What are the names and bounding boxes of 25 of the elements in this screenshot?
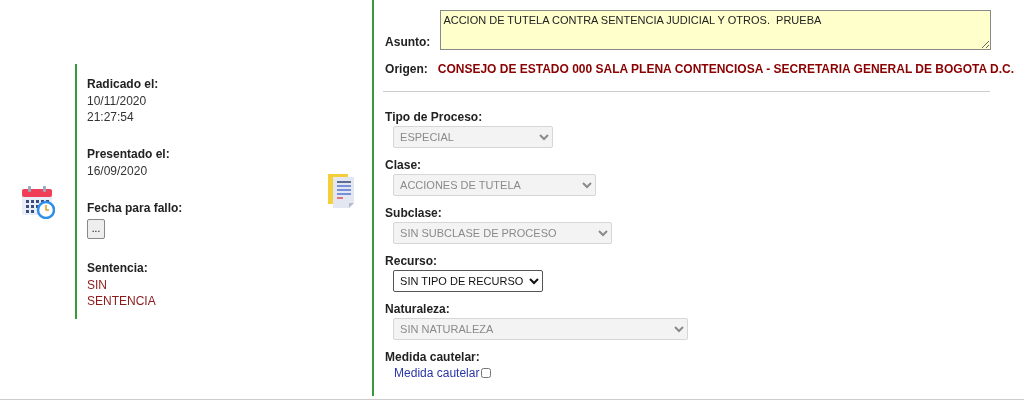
status-text: SENTENCIA [87, 292, 157, 309]
precautionary-link[interactable]: Medida cautelar [394, 366, 480, 380]
field-label: Asunto: [385, 34, 431, 50]
calendar-clock-icon [20, 185, 55, 219]
dropdown[interactable]: SIN TIPO DE RECURSO [393, 270, 544, 292]
date-text: 16/09/2020 [87, 162, 149, 179]
date-picker-button[interactable]: ... [87, 218, 105, 239]
field-label: Origen: [385, 61, 428, 77]
date-text: 21:27:54 [87, 108, 135, 125]
date-text: 10/11/2020 [87, 92, 148, 109]
subject-field[interactable]: ACCION DE TUTELA CONTRA SENTENCIA JUDICIAL Y OTROS. PRUEBA [440, 10, 992, 50]
field-label: Naturaleza: [385, 301, 450, 317]
field-label: Tipo de Proceso: [385, 109, 483, 125]
field-label: Recurso: [385, 253, 438, 269]
field-label: Clase: [385, 157, 422, 173]
field-label: Subclase: [385, 205, 442, 221]
field-label: Radicado el: [87, 75, 160, 93]
status-text: SIN [87, 276, 108, 293]
field-label: Presentado el: [87, 145, 171, 163]
checkbox[interactable] [481, 368, 492, 378]
field-label: Sentencia: [87, 259, 149, 277]
field-label: Fecha para fallo: [87, 199, 184, 217]
document-icon [328, 173, 357, 209]
origin-text: CONSEJO DE ESTADO 000 SALA PLENA CONTENCIOSA - SECRETARIA GENERAL DE BOGOTA D.C. [437, 62, 1014, 76]
field-label: Medida cautelar: [385, 349, 480, 365]
